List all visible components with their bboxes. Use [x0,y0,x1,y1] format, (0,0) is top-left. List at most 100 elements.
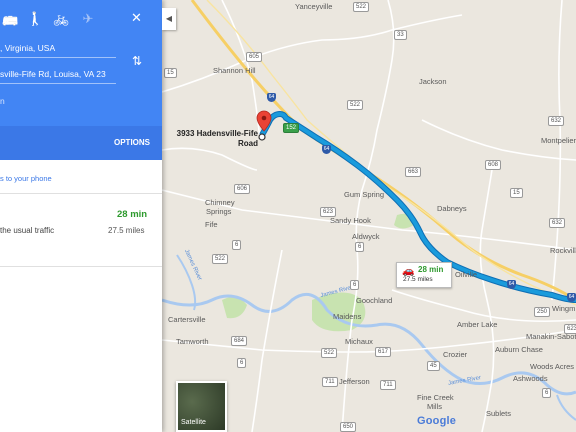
route-option-distance: 27.5 miles [108,226,145,235]
place-label: Shannon Hill [213,66,256,75]
interstate-64 [190,0,576,302]
directions-panel: 🚌 🚶 🚲 ✈ ✕ , Virginia, USA sville-Fife Rd… [0,0,162,432]
road-shield: 650 [340,422,357,432]
interstate-64-shield: 64 [322,145,331,154]
road-shield: 522 [353,2,370,12]
place-label: Goochland [356,296,393,305]
place-label: Jefferson [339,377,370,386]
road-shield: 6 [355,242,365,252]
road-shield: 608 [485,160,502,170]
transit-mode-button[interactable]: 🚌 [2,11,18,27]
destination-label-line2: Road [238,139,258,148]
interstate-64-shield: 64 [267,93,276,102]
place-label: Gum Spring [344,190,385,199]
road-shield: 250 [534,307,551,317]
destination-field[interactable]: sville-Fife Rd, Louisa, VA 23 [0,69,116,79]
place-label: Dabneys [437,204,467,213]
close-button[interactable]: ✕ [131,10,142,26]
google-logo: Google [417,415,457,427]
route-option-duration: 28 min [117,209,148,220]
satellite-label: Satellite [181,419,206,426]
road-shield: 623 [320,207,337,217]
road-shield: 6 [232,240,242,250]
road-shield: 606 [234,184,251,194]
collapse-panel-button[interactable]: ◀ [162,8,176,30]
route-option-traffic-note: the usual traffic [0,226,55,235]
place-label: Oilville [455,270,478,279]
road-shield: 684 [231,336,248,346]
interstate-64-shield: 64 [567,293,576,302]
route-card-distance: 27.5 miles [403,276,433,283]
satellite-toggle[interactable]: Satellite [176,381,227,432]
add-destination-link[interactable]: n [0,96,5,106]
send-to-phone-link[interactable]: s to your phone [0,174,52,183]
walking-mode-button[interactable]: 🚶 [27,11,43,27]
route-option[interactable]: 28 min the usual traffic 27.5 miles [0,194,162,266]
origin-field[interactable]: , Virginia, USA [0,43,116,53]
destination-underline [0,83,116,84]
road-250 [206,0,576,306]
road-shield: 711 [380,380,396,390]
river-creek [556,394,576,421]
place-label: Aldwyck [352,232,380,241]
road-shield: 632 [549,218,566,228]
options-button[interactable]: OPTIONS [114,138,150,147]
place-label: Jackson [419,77,447,86]
panel-divider [0,266,162,267]
place-label: Woods Acres [530,362,575,371]
road-shield: 6 [350,280,360,290]
chevron-left-icon: ◀ [165,14,173,23]
cycling-mode-button[interactable]: 🚲 [53,11,69,27]
place-label: Chimney [205,198,235,207]
place-label: Cartersville [168,315,206,324]
interstate-64-shield: 64 [507,280,516,289]
road-shield: 522 [212,254,229,264]
road-shield: 605 [246,52,263,62]
swap-icon: ⇅ [132,54,143,68]
destination-label-line1: 3933 Hadensville-Fife [176,129,258,138]
place-label: Amber Lake [457,320,498,329]
road-shield: 617 [375,347,392,357]
road-shield: 152 [283,123,300,133]
place-label: Crozier [443,350,468,359]
walking-icon: 🚶 [27,11,44,26]
road-shield: 711 [322,377,338,387]
swap-button[interactable]: ⇅ [132,54,142,68]
directions-header: 🚌 🚶 🚲 ✈ ✕ , Virginia, USA sville-Fife Rd… [0,0,162,160]
place-label: Montpelier [541,136,576,145]
place-label: Yanceyville [295,2,333,11]
airplane-icon: ✈ [82,11,94,26]
road-shield: 33 [394,30,407,40]
place-label: Wingm [552,304,576,313]
origin-underline [0,57,116,58]
place-label: Mills [427,402,442,411]
place-label: Rockvill [550,246,576,255]
road-shield: 15 [510,188,523,198]
flight-mode-button[interactable]: ✈ [80,11,96,27]
place-label: Tamworth [176,337,209,346]
place-label: Fine Creek [417,393,454,402]
place-label: Michaux [345,337,373,346]
bicycle-icon: 🚲 [53,11,70,26]
road-shield: 6 [542,388,552,398]
place-label: Sandy Hook [330,216,371,225]
place-label: Springs [206,207,232,216]
route-info-card[interactable]: 🚗 28 min 27.5 miles [396,262,452,288]
map-canvas[interactable]: 64 64 64 64 Yanceyville Shannon Hill Jac… [162,0,576,432]
place-label: Ashwoods [513,374,548,383]
destination-label[interactable]: 3933 Hadensville-Fife Road [168,129,258,149]
road-shield: 45 [427,361,440,371]
place-label: Fife [205,220,218,229]
road-shield: 522 [321,348,338,358]
route-card-duration: 28 min [418,265,444,274]
place-label: Sublets [486,409,512,418]
road-shield: 6 [237,358,247,368]
road-shield: 15 [164,68,177,78]
bus-icon: 🚌 [2,11,19,26]
road-shield: 663 [405,167,422,177]
close-icon: ✕ [131,10,142,25]
place-label: Maidens [333,312,362,321]
route-start-dot [258,133,266,141]
place-label: Auburn Chase [495,345,543,354]
road-shield: 623 [564,324,576,334]
